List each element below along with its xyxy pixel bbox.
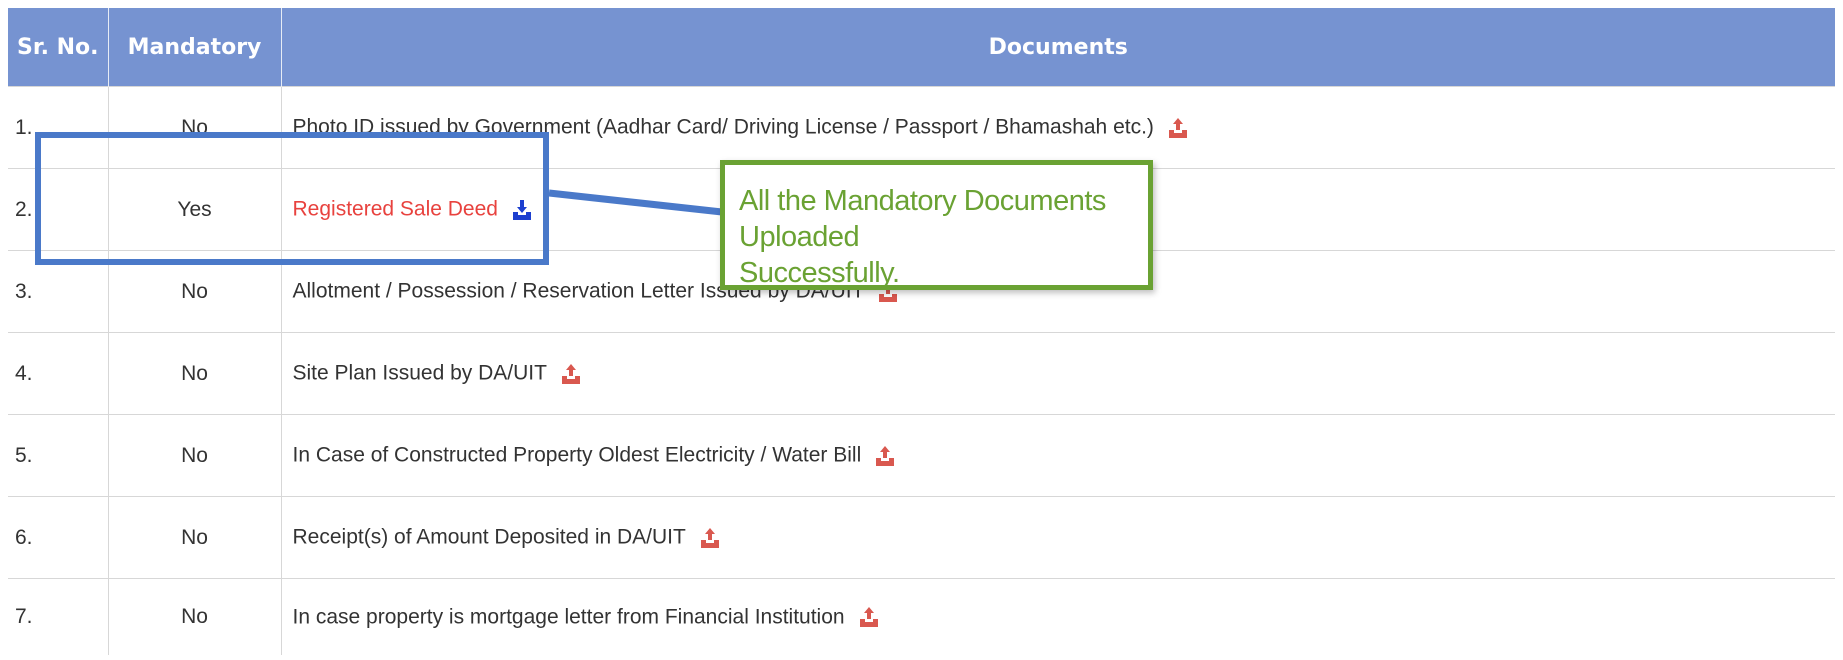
callout-line-1: All the Mandatory Documents Uploaded (739, 185, 1106, 253)
sr-no-cell: 5. (8, 414, 109, 497)
upload-icon[interactable] (859, 606, 879, 628)
mandatory-cell: No (108, 578, 282, 655)
upload-icon[interactable] (1168, 117, 1188, 139)
callout-line-2: Successfully. (739, 257, 900, 289)
document-label: Site Plan Issued by DA/UIT (292, 361, 547, 385)
header-mandatory: Mandatory (108, 8, 282, 87)
mandatory-cell: No (108, 414, 282, 497)
sr-no-cell: 4. (8, 332, 109, 415)
document-cell: Receipt(s) of Amount Deposited in DA/UIT (281, 496, 1835, 579)
document-label: In Case of Constructed Property Oldest E… (292, 443, 862, 467)
document-label: Receipt(s) of Amount Deposited in DA/UIT (292, 525, 686, 549)
table-row: 4. No Site Plan Issued by DA/UIT (8, 332, 1835, 415)
upload-icon[interactable] (700, 527, 720, 549)
upload-icon[interactable] (561, 363, 581, 385)
table-row: 6. No Receipt(s) of Amount Deposited in … (8, 496, 1835, 579)
document-label: In case property is mortgage letter from… (292, 605, 845, 629)
header-sr-no: Sr. No. (8, 8, 109, 87)
mandatory-cell: No (108, 332, 282, 415)
table-row: 5. No In Case of Constructed Property Ol… (8, 414, 1835, 497)
documents-table: Sr. No. Mandatory Documents 1. No Photo … (8, 8, 1835, 655)
documents-table-container: Sr. No. Mandatory Documents 1. No Photo … (8, 8, 1835, 655)
document-cell: In Case of Constructed Property Oldest E… (281, 414, 1835, 497)
header-documents: Documents (281, 8, 1835, 87)
sr-no-cell: 7. (8, 578, 109, 655)
upload-icon[interactable] (875, 445, 895, 467)
success-callout: All the Mandatory Documents Uploaded Suc… (720, 160, 1153, 290)
document-cell: In case property is mortgage letter from… (281, 578, 1835, 655)
table-row: 7. No In case property is mortgage lette… (8, 578, 1835, 655)
annotation-highlight-box (35, 132, 549, 265)
table-header-row: Sr. No. Mandatory Documents (8, 8, 1835, 87)
document-cell: Site Plan Issued by DA/UIT (281, 332, 1835, 415)
mandatory-cell: No (108, 496, 282, 579)
sr-no-cell: 6. (8, 496, 109, 579)
